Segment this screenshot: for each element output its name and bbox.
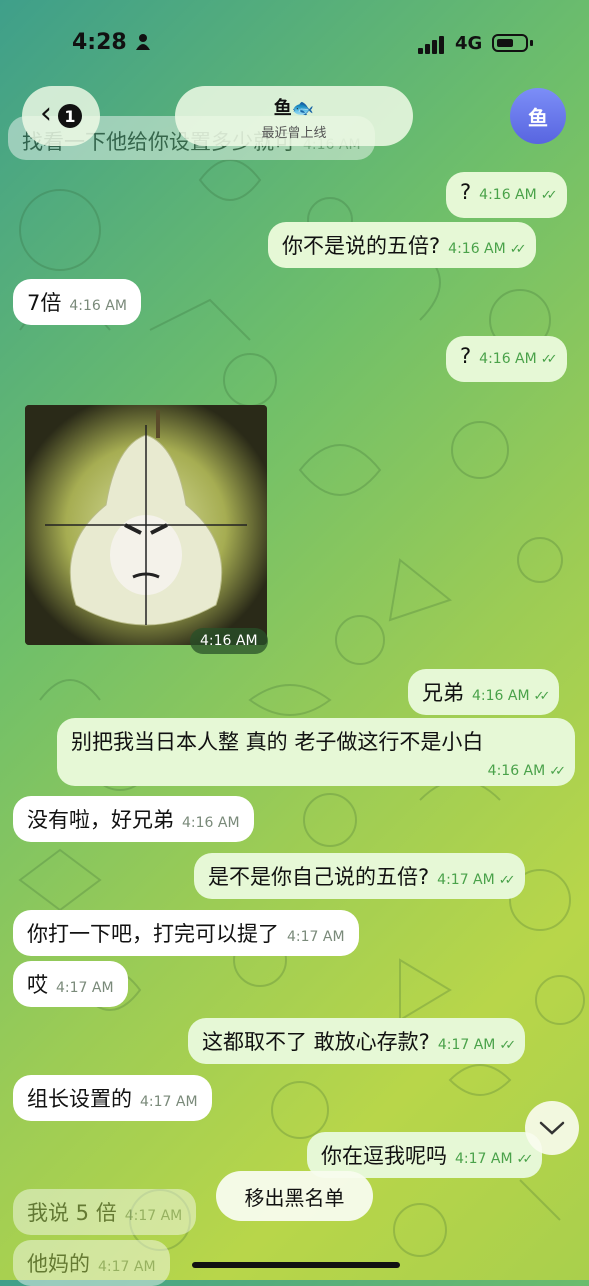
message-text: 组长设置的 [27, 1087, 132, 1111]
contact-name: 鱼🐟 [273, 98, 315, 119]
sticker-image[interactable] [25, 405, 267, 645]
unread-count-badge: 1 [58, 104, 82, 128]
message-text: 你在逗我呢吗 [321, 1144, 447, 1168]
status-bar: 4:28 4G [0, 0, 589, 88]
message-time: 4:16 AM [448, 241, 506, 257]
sticker-time: 4:16 AM [190, 628, 268, 654]
message-text: 兄弟 [422, 681, 464, 705]
message-bubble-outgoing[interactable]: ? 4:16 AM ✓✓ [446, 336, 567, 382]
message-text: 你打一下吧，打完可以提了 [27, 922, 279, 946]
unblock-button[interactable]: 移出黑名单 [216, 1171, 373, 1221]
message-time: 4:17 AM [455, 1151, 513, 1167]
avatar[interactable]: 鱼 [510, 88, 566, 144]
battery-nub [530, 40, 533, 46]
battery-icon [492, 34, 528, 52]
message-text: 没有啦，好兄弟 [27, 808, 174, 832]
message-text: 7倍 [27, 291, 62, 315]
message-bubble-outgoing[interactable]: ? 4:16 AM ✓✓ [446, 172, 567, 218]
message-bubble-outgoing[interactable]: 你不是说的五倍? 4:16 AM ✓✓ [268, 222, 536, 268]
message-time: 4:17 AM [287, 929, 345, 945]
message-time: 4:17 AM [98, 1259, 156, 1275]
person-icon [136, 34, 150, 50]
message-time: 4:17 AM [140, 1094, 198, 1110]
message-bubble-incoming[interactable]: 哎 4:17 AM [13, 961, 128, 1007]
message-bubble-outgoing[interactable]: 兄弟 4:16 AM ✓✓ [408, 669, 560, 715]
message-time: 4:16 AM [479, 187, 537, 203]
message-text: 这都取不了 敢放心存款? [202, 1030, 430, 1054]
network-type: 4G [455, 33, 483, 54]
double-check-icon: ✓✓ [516, 1152, 534, 1167]
message-text: 我说 5 倍 [27, 1201, 117, 1225]
double-check-icon: ✓✓ [533, 689, 551, 704]
message-time: 4:17 AM [437, 872, 495, 888]
message-time: 4:17 AM [437, 1037, 496, 1053]
message-bubble-incoming[interactable]: 7倍 4:16 AM [13, 279, 141, 325]
double-check-icon: ✓✓ [549, 764, 566, 779]
message-bubble-incoming[interactable]: 你打一下吧，打完可以提了 4:17 AM [13, 910, 359, 956]
double-check-icon: ✓✓ [540, 352, 558, 367]
double-check-icon: ✓✓ [498, 873, 516, 888]
message-bubble-incoming[interactable]: 组长设置的 4:17 AM [13, 1075, 212, 1121]
message-time: 4:17 AM [124, 1208, 183, 1224]
double-check-icon: ✓✓ [499, 1038, 516, 1053]
message-bubble-incoming[interactable]: 我说 5 倍 4:17 AM [13, 1189, 197, 1235]
message-text: 哎 [27, 973, 48, 997]
back-button[interactable]: ‹ 1 [22, 86, 100, 146]
double-check-icon: ✓✓ [540, 188, 558, 203]
double-check-icon: ✓✓ [509, 242, 527, 257]
message-bubble-outgoing[interactable]: 别把我当日本人整 真的 老子做这行不是小白 4:16 AM ✓✓ [57, 718, 575, 786]
message-bubble-outgoing[interactable]: 这都取不了 敢放心存款? 4:17 AM ✓✓ [188, 1018, 526, 1064]
message-text: ? [460, 344, 472, 368]
scroll-down-button[interactable] [525, 1101, 579, 1155]
last-seen-status: 最近曾上线 [261, 126, 327, 141]
message-time: 4:16 AM [69, 298, 127, 314]
clock: 4:28 [72, 30, 127, 55]
signal-icon [418, 36, 444, 54]
message-bubble-outgoing[interactable]: 是不是你自己说的五倍? 4:17 AM ✓✓ [194, 853, 525, 899]
message-bubble-incoming[interactable]: 他妈的 4:17 AM [13, 1240, 170, 1286]
message-time: 4:16 AM [487, 763, 546, 779]
message-text: 他妈的 [27, 1252, 90, 1276]
message-text: ? [460, 180, 472, 204]
home-indicator [192, 1262, 400, 1268]
chat-title[interactable]: 鱼🐟 最近曾上线 [175, 86, 413, 146]
message-time: 4:16 AM [182, 815, 240, 831]
message-text: 别把我当日本人整 真的 老子做这行不是小白 [71, 730, 484, 754]
message-text: 你不是说的五倍? [282, 234, 441, 258]
message-time: 4:16 AM [472, 688, 530, 704]
chevron-down-icon [539, 1121, 565, 1135]
message-time: 4:17 AM [56, 980, 114, 996]
chevron-left-icon: ‹ [40, 96, 52, 131]
message-bubble-incoming[interactable]: 没有啦，好兄弟 4:16 AM [13, 796, 254, 842]
pear-face-sticker [25, 405, 267, 645]
message-text: 是不是你自己说的五倍? [208, 865, 430, 889]
message-time: 4:16 AM [479, 351, 537, 367]
